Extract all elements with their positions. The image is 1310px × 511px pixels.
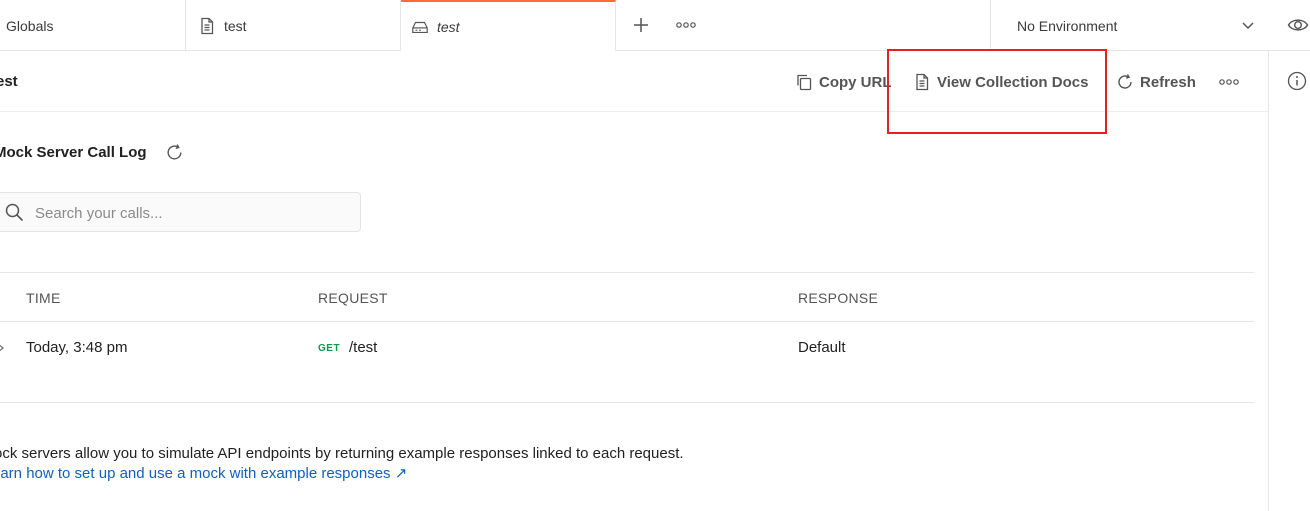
copy-url-label: Copy URL bbox=[819, 73, 892, 91]
page-title: est bbox=[0, 73, 18, 90]
tab-test-document[interactable]: test bbox=[186, 0, 401, 51]
request-method-badge: GET bbox=[318, 343, 341, 354]
view-docs-label: View Collection Docs bbox=[937, 73, 1089, 91]
more-horizontal-icon[interactable] bbox=[675, 16, 697, 34]
info-icon[interactable] bbox=[1287, 71, 1307, 91]
column-header-response: RESPONSE bbox=[798, 290, 879, 306]
search-icon bbox=[5, 203, 24, 222]
table-header: TIME REQUEST RESPONSE bbox=[0, 272, 1254, 322]
learn-more-link[interactable]: earn how to set up and use a mock with e… bbox=[0, 464, 407, 482]
chevron-down-icon bbox=[1240, 17, 1256, 33]
document-icon bbox=[198, 17, 216, 35]
mock-server-header: est Copy URL View Collection Docs Refres… bbox=[0, 51, 1268, 112]
plus-icon[interactable] bbox=[630, 14, 652, 36]
environment-selector[interactable]: No Environment bbox=[990, 0, 1270, 51]
column-header-request: REQUEST bbox=[318, 290, 388, 306]
refresh-label: Refresh bbox=[1140, 73, 1196, 91]
refresh-icon[interactable] bbox=[165, 143, 184, 162]
refresh-button[interactable]: Refresh bbox=[1116, 71, 1196, 93]
more-horizontal-icon[interactable] bbox=[1219, 75, 1239, 89]
mock-server-description: ock servers allow you to simulate API en… bbox=[0, 445, 684, 462]
call-log-title: Mock Server Call Log bbox=[0, 144, 147, 161]
column-header-time: TIME bbox=[26, 290, 61, 306]
row-response: Default bbox=[798, 339, 846, 356]
row-time: Today, 3:48 pm bbox=[26, 339, 128, 356]
document-icon bbox=[913, 73, 931, 91]
tab-label: test bbox=[224, 17, 247, 34]
tab-test-mock-server[interactable]: test bbox=[401, 0, 616, 51]
right-sidebar bbox=[1268, 51, 1310, 511]
tab-label: test bbox=[437, 18, 460, 35]
tab-label: Globals bbox=[6, 17, 54, 34]
mock-server-icon bbox=[411, 18, 429, 36]
search-input[interactable] bbox=[35, 202, 345, 224]
copy-url-button[interactable]: Copy URL bbox=[795, 71, 892, 93]
tab-bar: Globals test test No Environment bbox=[0, 0, 1310, 51]
search-box bbox=[0, 192, 361, 232]
refresh-icon bbox=[1116, 73, 1134, 91]
tab-globals[interactable]: Globals bbox=[0, 0, 186, 51]
environment-label: No Environment bbox=[1017, 17, 1118, 34]
copy-icon bbox=[795, 73, 813, 91]
chevron-right-icon[interactable] bbox=[0, 341, 6, 353]
row-request-path: /test bbox=[349, 339, 378, 356]
view-collection-docs-button[interactable]: View Collection Docs bbox=[913, 71, 1088, 93]
eye-icon[interactable] bbox=[1287, 14, 1309, 36]
table-row[interactable]: Today, 3:48 pm GET /test Default bbox=[0, 322, 1254, 403]
